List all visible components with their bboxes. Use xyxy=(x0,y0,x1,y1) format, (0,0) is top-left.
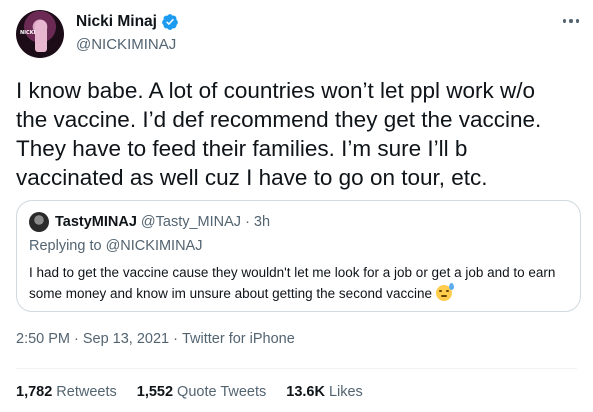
dot xyxy=(562,19,567,23)
author-display-name[interactable]: Nicki Minaj xyxy=(76,13,157,31)
retweets-stat[interactable]: 1,782 Retweets xyxy=(16,384,117,400)
quoted-author-avatar[interactable] xyxy=(29,212,49,232)
tweet-text: I know babe. A lot of countries won’t le… xyxy=(16,78,542,190)
quote-tweets-stat[interactable]: 1,552 Quote Tweets xyxy=(137,384,267,400)
retweets-label: Retweets xyxy=(56,384,117,400)
divider xyxy=(16,368,577,369)
quoted-tweet[interactable]: TastyMINAJ @Tasty_MINAJ · 3h Replying to… xyxy=(16,200,581,312)
tweet-source[interactable]: Twitter for iPhone xyxy=(182,331,295,347)
quoted-time: 3h xyxy=(253,214,271,230)
likes-label: Likes xyxy=(328,384,363,400)
quote-tweets-count: 1,552 xyxy=(136,384,174,400)
replying-prefix: Replying to xyxy=(29,238,102,254)
dot xyxy=(575,19,580,23)
quoted-tweet-header: TastyMINAJ @Tasty_MINAJ · 3h xyxy=(55,214,270,230)
tweet-date[interactable]: Sep 13, 2021 xyxy=(83,331,169,347)
tweet-stats: 1,782 Retweets 1,552 Quote Tweets 13.6K … xyxy=(16,384,363,400)
retweets-count: 1,782 xyxy=(16,384,53,400)
likes-count: 13.6K xyxy=(286,384,325,400)
tweet-meta: 2:50 PM · Sep 13, 2021 · Twitter for iPh… xyxy=(16,331,295,347)
quoted-display-name: TastyMINAJ xyxy=(55,214,137,230)
author-name-row: Nicki Minaj xyxy=(76,13,179,31)
downcast-face-with-sweat-icon xyxy=(436,283,454,301)
meta-separator: · xyxy=(74,331,79,347)
sweat-drop xyxy=(449,283,454,290)
verified-badge-icon xyxy=(162,14,178,30)
more-options-icon[interactable] xyxy=(560,14,582,28)
tweet: NICKI Nicki Minaj @NICKIMINAJ I know bab… xyxy=(0,0,593,412)
quoted-tweet-text: I had to get the vaccine cause they woul… xyxy=(29,265,556,301)
tweet-time[interactable]: 2:50 PM xyxy=(16,331,70,347)
quoted-separator: · xyxy=(245,214,250,230)
dot xyxy=(569,19,573,23)
quote-tweets-label: Quote Tweets xyxy=(177,384,267,400)
replying-mention[interactable]: @NICKIMINAJ xyxy=(106,238,203,254)
meta-separator: · xyxy=(173,331,178,347)
avatar-figure xyxy=(35,20,47,52)
likes-stat[interactable]: 13.6K Likes xyxy=(286,384,363,400)
author-avatar[interactable]: NICKI xyxy=(16,10,64,58)
quoted-handle: @Tasty_MINAJ xyxy=(140,214,242,230)
avatar-text: NICKI xyxy=(20,30,36,36)
quoted-tweet-text-block: I had to get the vaccine cause they woul… xyxy=(29,262,574,304)
author-handle[interactable]: @NICKIMINAJ xyxy=(76,36,176,53)
replying-to: Replying to @NICKIMINAJ xyxy=(29,238,202,254)
